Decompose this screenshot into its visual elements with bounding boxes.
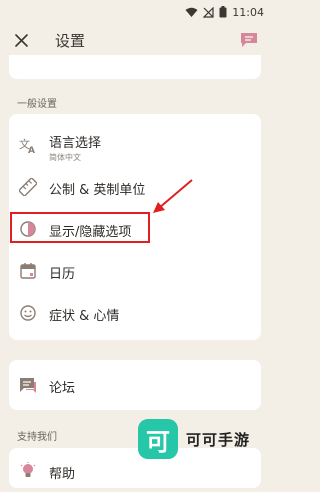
calendar-label: 日历 (49, 267, 76, 282)
watermark-logo: 可 (138, 419, 178, 459)
language-label: 语言选择 (49, 136, 102, 151)
ruler-icon (19, 178, 37, 196)
language-item[interactable]: 文A 语言选择 简体中文 (9, 124, 261, 166)
watermark: 可 可可手游 (136, 418, 268, 462)
calendar-item[interactable]: 日历 (9, 250, 261, 292)
section-header-general: 一般设置 (17, 99, 57, 110)
feedback-button[interactable] (238, 29, 260, 51)
page-title: 设置 (55, 32, 86, 50)
svg-text:A: A (28, 146, 35, 154)
status-bar: 11:04 (0, 0, 270, 20)
help-label: 帮助 (49, 467, 76, 482)
symptoms-mood-item[interactable]: 症状 & 心情 (9, 292, 261, 334)
units-label: 公制 & 英制单位 (49, 183, 146, 198)
smiley-icon (19, 304, 37, 322)
translate-icon: 文A (19, 136, 37, 154)
forum-icon (19, 376, 37, 394)
forum-label: 论坛 (49, 381, 76, 396)
symptoms-mood-label: 症状 & 心情 (49, 309, 120, 324)
status-time: 11:04 (232, 6, 264, 19)
community-card: 论坛 (9, 360, 261, 410)
language-value: 简体中文 (49, 153, 81, 162)
pointer-arrow (153, 179, 193, 213)
close-button[interactable] (10, 29, 32, 51)
watermark-text: 可可手游 (186, 431, 251, 449)
close-icon (14, 33, 28, 47)
previous-card (9, 55, 261, 79)
calendar-icon (19, 262, 37, 280)
units-item[interactable]: 公制 & 英制单位 (9, 166, 261, 208)
section-header-support: 支持我们 (17, 432, 57, 443)
lightbulb-icon (19, 462, 37, 480)
highlight-box (10, 212, 150, 243)
app-bar: 设置 (0, 20, 270, 60)
forum-item[interactable]: 论坛 (9, 364, 261, 406)
chat-icon (241, 33, 257, 47)
